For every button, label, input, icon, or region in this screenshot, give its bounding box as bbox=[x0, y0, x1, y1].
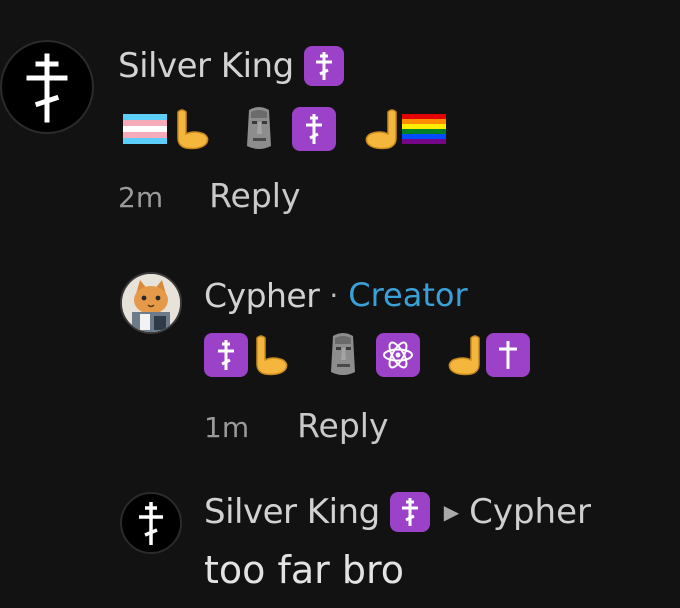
comment-3: Silver King ▶ Cypher too far bro bbox=[0, 0, 680, 608]
reply-to-username[interactable]: Cypher bbox=[469, 492, 591, 532]
username[interactable]: Silver King bbox=[204, 492, 380, 532]
author-avatar[interactable] bbox=[120, 492, 182, 554]
reply-to-arrow-icon: ▶ bbox=[443, 500, 460, 524]
orthodox-cross-icon bbox=[139, 502, 163, 545]
orthodox-cross-icon bbox=[389, 492, 430, 532]
comment-header: Silver King ▶ Cypher bbox=[204, 490, 591, 534]
comment-text: too far bro bbox=[204, 548, 405, 592]
